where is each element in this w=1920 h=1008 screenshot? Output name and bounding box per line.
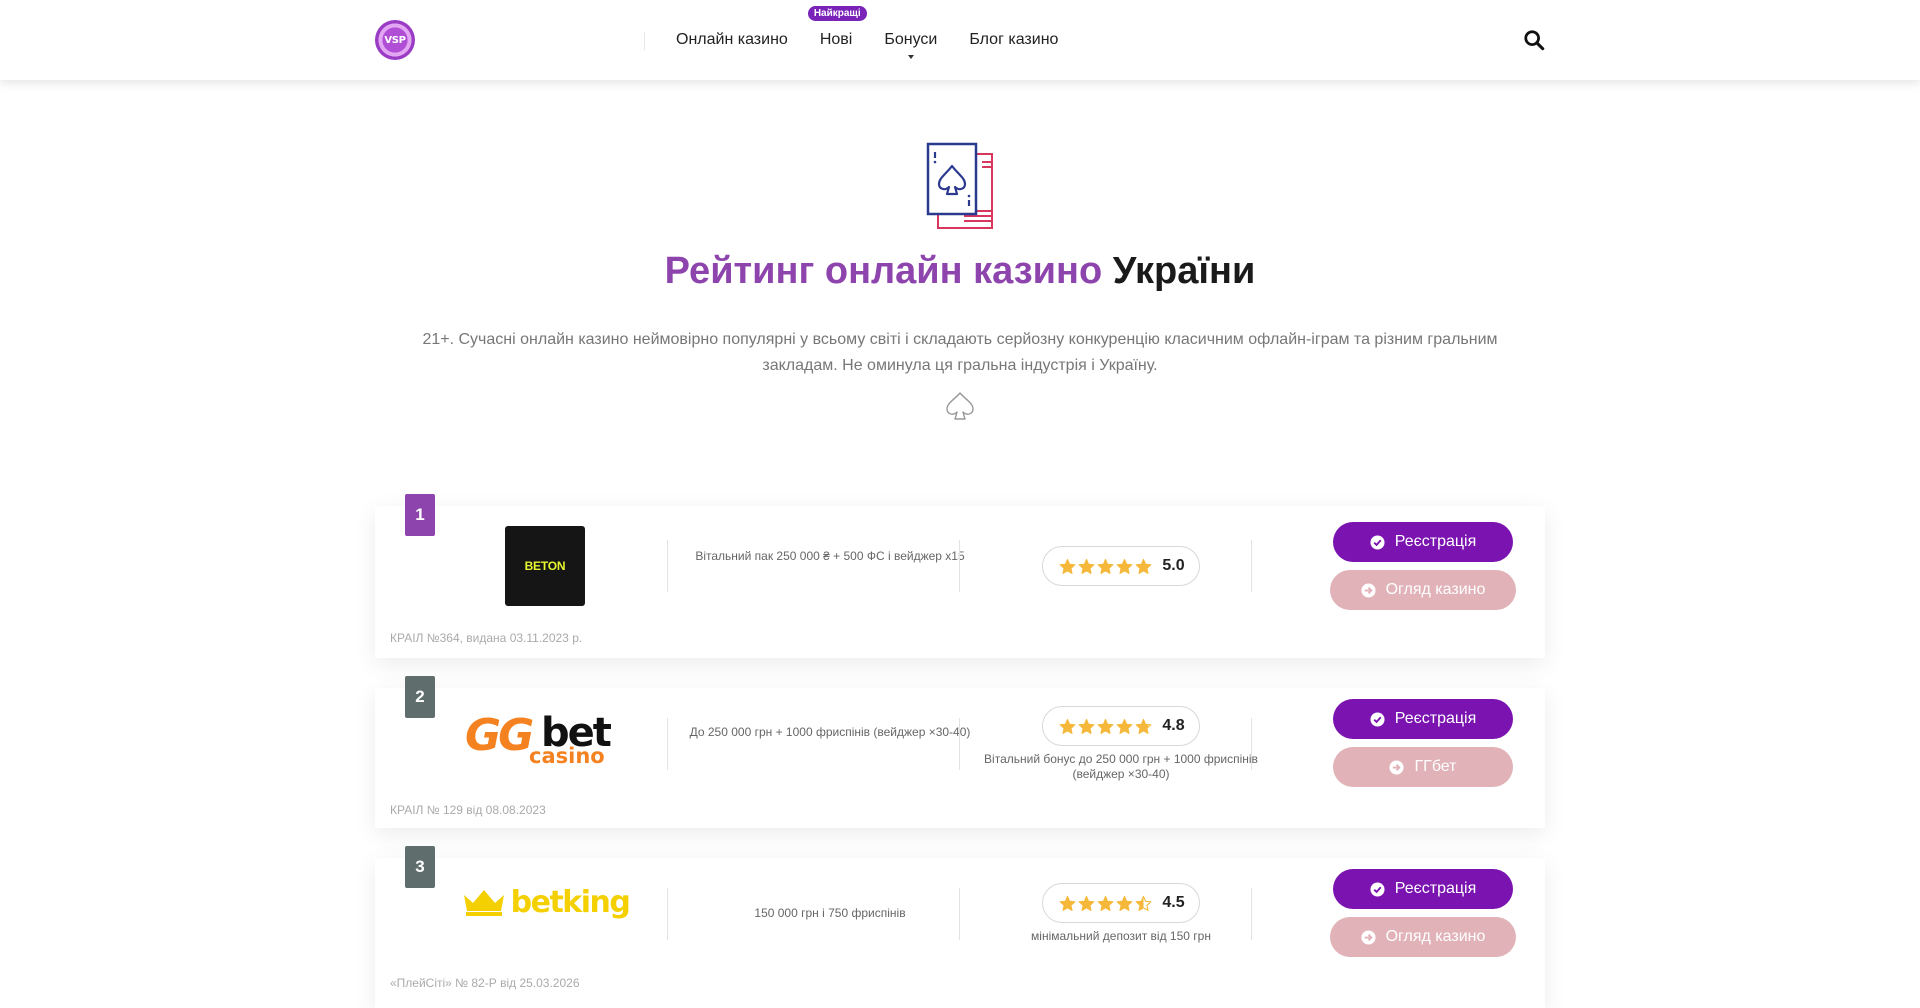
- check-circle-icon: [1370, 881, 1385, 897]
- ggbet-logo-gg: GG: [465, 710, 534, 761]
- register-button[interactable]: Реєстрація: [1333, 869, 1513, 909]
- playing-cards-icon: [926, 142, 993, 229]
- bonus-text: Вітальний пак 250 000 ₴ + 500 ФС і вейдж…: [695, 549, 965, 563]
- column-divider: [667, 540, 668, 592]
- site-logo[interactable]: VSP: [375, 20, 415, 60]
- arrow-circle-right-icon: [1389, 759, 1405, 775]
- star-icon: [1060, 895, 1076, 911]
- beton-logo-text: BETON: [524, 559, 566, 573]
- review-label: Огляд казино: [1385, 581, 1486, 598]
- star-icon: [1079, 558, 1095, 574]
- rating-column: 5.0: [975, 546, 1267, 586]
- license-text: «ПлейСіті» № 82-Р від 25.03.2026: [390, 976, 580, 990]
- nav-divider: [644, 32, 645, 50]
- register-button[interactable]: Реєстрація: [1333, 522, 1513, 562]
- column-divider: [1251, 888, 1252, 940]
- star-icon: [1136, 895, 1152, 911]
- page-title-rest: України: [1112, 250, 1256, 292]
- star-icon: [1117, 895, 1133, 911]
- review-button[interactable]: Огляд казино: [1330, 570, 1516, 610]
- arrow-circle-right-icon: [1361, 929, 1376, 945]
- star-icon: [1117, 718, 1133, 734]
- rating-stars: [1059, 895, 1152, 912]
- column-divider: [959, 540, 960, 592]
- rating-column: 4.8 Вітальний бонус до 250 000 грн + 100…: [975, 706, 1267, 782]
- register-button[interactable]: Реєстрація: [1333, 699, 1513, 739]
- rating-stars: [1059, 718, 1152, 735]
- register-label: Реєстрація: [1394, 880, 1477, 897]
- column-divider: [1251, 718, 1252, 770]
- rating-note: Вітальний бонус до 250 000 грн + 1000 фр…: [984, 752, 1258, 781]
- license-text: КРАІЛ № 129 від 08.08.2023: [390, 803, 546, 817]
- rating-score: 5.0: [1162, 557, 1185, 574]
- star-icon: [1079, 718, 1095, 734]
- star-icon: [1117, 558, 1133, 574]
- arrow-circle-right-icon: [1361, 582, 1376, 598]
- check-circle-icon: [1370, 534, 1385, 550]
- main-nav: Онлайн казино Найкращі Нові Бонуси Блог …: [676, 0, 1058, 80]
- star-icon: [1136, 558, 1152, 574]
- casino-logo-ggbet[interactable]: GG bet casino: [425, 710, 665, 772]
- star-icon: [1098, 558, 1114, 574]
- bonus-text: До 250 000 грн + 1000 фриспінів (вейджер…: [689, 725, 971, 739]
- spade-outline-icon: [946, 392, 974, 420]
- nav-online-casino-label: Онлайн казино: [676, 31, 788, 48]
- nav-bonuses-label: Бонуси: [884, 31, 938, 48]
- action-buttons: Реєстрація Огляд казино: [1303, 869, 1543, 957]
- casino-logo-betking[interactable]: betking: [425, 882, 665, 922]
- register-label: Реєстрація: [1394, 710, 1477, 727]
- nav-bonuses[interactable]: Бонуси: [884, 31, 938, 59]
- rating-stars: [1059, 558, 1152, 575]
- star-icon: [1060, 558, 1076, 574]
- casino-logo-beton[interactable]: BETON: [425, 526, 665, 606]
- column-divider: [667, 888, 668, 940]
- nav-online-casino[interactable]: Онлайн казино: [676, 31, 788, 49]
- license-text: КРАІЛ №364, видана 03.11.2023 р.: [390, 631, 583, 645]
- bonus-text: 150 000 грн і 750 фриспінів: [754, 906, 906, 920]
- ggbet-logo-casino: casino: [529, 744, 605, 768]
- star-icon: [1136, 718, 1152, 734]
- betking-logo-text: betking: [510, 884, 631, 920]
- column-divider: [667, 718, 668, 770]
- action-buttons: Реєстрація Огляд казино: [1303, 522, 1543, 610]
- star-icon: [1098, 895, 1114, 911]
- casino-card: 2 GG bet casino До 250 000 грн + 1000 фр…: [375, 676, 1545, 828]
- review-button[interactable]: Огляд казино: [1330, 917, 1516, 957]
- page-title-accent: Рейтинг онлайн казино: [664, 250, 1103, 292]
- site-header: VSP Онлайн казино Найкращі Нові Бонуси Б…: [0, 0, 1920, 80]
- logo-text: VSP: [384, 34, 406, 46]
- rating-pill: 4.5: [1042, 883, 1200, 923]
- star-icon: [1060, 718, 1076, 734]
- review-label: ГГбет: [1414, 758, 1457, 775]
- star-icon: [1098, 718, 1114, 734]
- casino-card: 3 betking 150 000 грн і 750 фриспінів 4.…: [375, 846, 1545, 1008]
- search-icon[interactable]: [1523, 29, 1545, 51]
- rating-pill: 4.8: [1042, 706, 1200, 746]
- caret-down-icon: [907, 55, 914, 59]
- page-subtitle: 21+. Сучасні онлайн казино неймовірно по…: [422, 331, 1498, 374]
- casino-card: 1 BETON Вітальний пак 250 000 ₴ + 500 ФС…: [375, 494, 1545, 658]
- nav-new[interactable]: Найкращі Нові: [807, 6, 867, 49]
- review-label: Огляд казино: [1385, 928, 1486, 945]
- nav-casino-blog[interactable]: Блог казино: [969, 31, 1058, 49]
- rating-note: мінімальний депозит від 150 грн: [1031, 929, 1211, 943]
- register-label: Реєстрація: [1394, 533, 1477, 550]
- nav-best-badge: Найкращі: [807, 6, 867, 21]
- rating-score: 4.8: [1162, 717, 1185, 734]
- page-title: Рейтинг онлайн казино України: [0, 250, 1920, 293]
- nav-casino-blog-label: Блог казино: [969, 31, 1059, 48]
- column-divider: [1251, 540, 1252, 592]
- rating-score: 4.5: [1162, 894, 1185, 911]
- crown-icon: [463, 890, 504, 916]
- nav-new-label: Нові: [819, 31, 853, 48]
- column-divider: [959, 888, 960, 940]
- check-circle-icon: [1370, 711, 1385, 727]
- action-buttons: Реєстрація ГГбет: [1303, 699, 1543, 787]
- column-divider: [959, 718, 960, 770]
- star-icon: [1079, 895, 1095, 911]
- review-button[interactable]: ГГбет: [1333, 747, 1513, 787]
- rating-column: 4.5 мінімальний депозит від 150 грн: [975, 883, 1267, 944]
- rating-pill: 5.0: [1042, 546, 1200, 586]
